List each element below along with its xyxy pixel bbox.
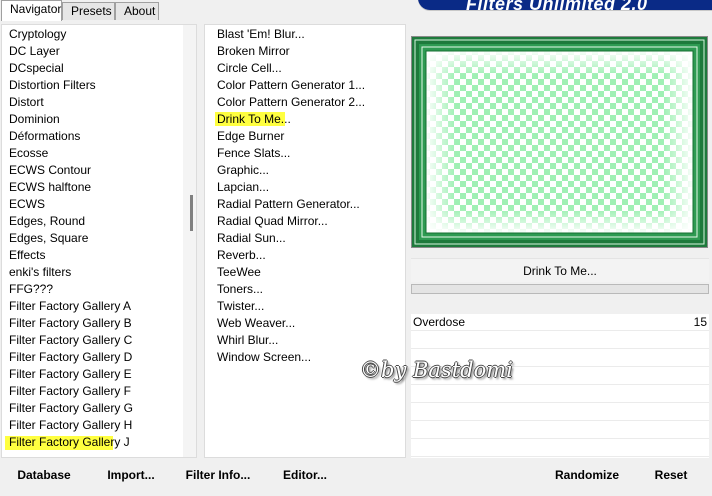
app-title: Filters Unlimited 2.0: [466, 0, 648, 14]
tab-bar: Navigator Presets About: [0, 0, 406, 21]
filter-item[interactable]: Twister...: [217, 298, 264, 315]
category-item[interactable]: ECWS: [9, 196, 45, 213]
category-item[interactable]: ECWS Contour: [9, 162, 91, 179]
filter-item[interactable]: TeeWee: [217, 264, 261, 281]
filter-item[interactable]: Broken Mirror: [217, 43, 290, 60]
filter-item[interactable]: Blast 'Em! Blur...: [217, 26, 305, 43]
filter-info-button[interactable]: Filter Info...: [180, 465, 256, 485]
tab-navigator[interactable]: Navigator: [1, 0, 62, 21]
category-item[interactable]: Ecosse: [9, 145, 48, 162]
parameter-row-empty: [411, 332, 709, 349]
category-item[interactable]: Distort: [9, 94, 44, 111]
preview-image: [411, 36, 708, 248]
filter-item[interactable]: Lapcian...: [217, 179, 269, 196]
filter-list[interactable]: Blast 'Em! Blur... Broken Mirror Circle Ce…: [204, 24, 406, 458]
tab-presets[interactable]: Presets: [62, 2, 115, 20]
category-item[interactable]: FFG???: [9, 281, 53, 298]
parameter-row[interactable]: Overdose 15: [411, 314, 709, 331]
preview-canvas: [412, 37, 707, 247]
filter-name-button[interactable]: Drink To Me...: [411, 258, 709, 282]
category-item[interactable]: Filter Factory Gallery D: [9, 349, 132, 366]
filter-item[interactable]: Circle Cell...: [217, 60, 282, 77]
database-button[interactable]: Database: [8, 465, 80, 485]
filter-item[interactable]: Window Screen...: [217, 349, 311, 366]
parameter-list: Overdose 15: [411, 314, 709, 458]
category-scroll-thumb[interactable]: [190, 195, 193, 231]
parameter-row-empty: [411, 440, 709, 457]
category-item[interactable]: Dominion: [9, 111, 60, 128]
category-item[interactable]: DCspecial: [9, 60, 64, 77]
category-item[interactable]: Filter Factory Gallery E: [9, 366, 132, 383]
filter-item[interactable]: Radial Quad Mirror...: [217, 213, 328, 230]
parameter-row-empty: [411, 404, 709, 421]
category-item[interactable]: Filter Factory Gallery J: [9, 434, 130, 451]
filter-item[interactable]: Edge Burner: [217, 128, 284, 145]
filter-item[interactable]: Drink To Me...: [217, 111, 291, 128]
category-item[interactable]: Déformations: [9, 128, 80, 145]
parameter-name: Overdose: [413, 315, 466, 329]
filter-item[interactable]: Fence Slats...: [217, 145, 290, 162]
category-item[interactable]: Edges, Square: [9, 230, 88, 247]
category-item[interactable]: Edges, Round: [9, 213, 85, 230]
import-button[interactable]: Import...: [100, 465, 162, 485]
filter-item[interactable]: Radial Pattern Generator...: [217, 196, 360, 213]
category-item[interactable]: Effects: [9, 247, 45, 264]
filter-item[interactable]: Color Pattern Generator 2...: [217, 94, 365, 111]
filter-item[interactable]: Reverb...: [217, 247, 266, 264]
filter-item[interactable]: Graphic...: [217, 162, 269, 179]
randomize-button[interactable]: Randomize: [548, 465, 626, 485]
editor-button[interactable]: Editor...: [276, 465, 334, 485]
parameter-row-empty: [411, 386, 709, 403]
category-item[interactable]: DC Layer: [9, 43, 60, 60]
category-item[interactable]: Filter Factory Gallery B: [9, 315, 132, 332]
category-list[interactable]: Cryptology DC Layer DCspecial Distortion Fi…: [1, 24, 197, 458]
parameter-row-empty: [411, 422, 709, 439]
category-item[interactable]: Filter Factory Gallery F: [9, 383, 131, 400]
category-item[interactable]: Filter Factory Gallery H: [9, 417, 132, 434]
filter-name-field: [411, 284, 709, 294]
category-item[interactable]: Filter Factory Gallery A: [9, 298, 131, 315]
filter-item[interactable]: Whirl Blur...: [217, 332, 278, 349]
filter-item[interactable]: Toners...: [217, 281, 263, 298]
parameter-value: 15: [693, 315, 707, 329]
category-item[interactable]: Filter Factory Gallery C: [9, 332, 132, 349]
filter-item[interactable]: Web Weaver...: [217, 315, 295, 332]
tab-about[interactable]: About: [115, 2, 159, 20]
category-scrollbar[interactable]: [183, 25, 196, 457]
category-item[interactable]: Filter Factory Gallery G: [9, 400, 133, 417]
filter-item[interactable]: Radial Sun...: [217, 230, 286, 247]
watermark: ©by Bastdomi: [360, 358, 513, 382]
filter-item[interactable]: Color Pattern Generator 1...: [217, 77, 365, 94]
category-item[interactable]: enki's filters: [9, 264, 71, 281]
reset-button[interactable]: Reset: [646, 465, 696, 485]
category-item[interactable]: Distortion Filters: [9, 77, 96, 94]
category-item[interactable]: Cryptology: [9, 26, 66, 43]
bottom-toolbar: Database Import... Filter Info... Editor…: [0, 460, 712, 496]
category-item[interactable]: ECWS halftone: [9, 179, 91, 196]
